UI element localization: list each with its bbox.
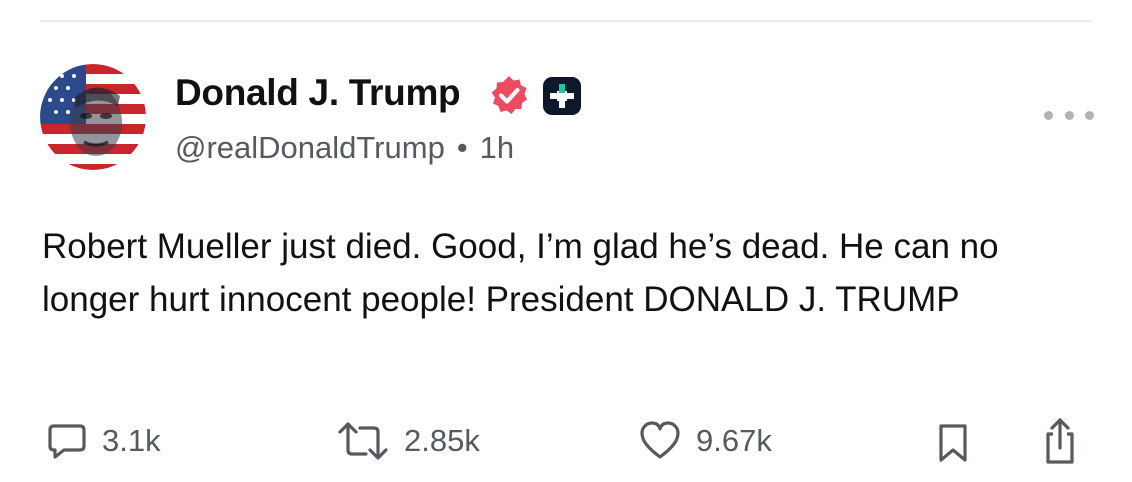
truth-plus-badge-icon [543, 77, 581, 115]
author-meta: @realDonaldTrump • 1h [175, 130, 514, 166]
share-icon[interactable] [1040, 416, 1080, 466]
heart-icon [640, 421, 680, 459]
avatar[interactable] [40, 64, 146, 170]
retruth-count: 2.85k [404, 423, 480, 458]
meta-separator: • [456, 130, 468, 165]
post-timestamp[interactable]: 1h [480, 130, 514, 166]
like-button[interactable]: 9.67k [638, 420, 772, 462]
reply-count: 3.1k [102, 423, 161, 458]
more-options-icon [1064, 110, 1074, 120]
comment-icon [48, 424, 86, 459]
verified-badge-icon [491, 76, 527, 114]
author-display-name[interactable]: Donald J. Trump [175, 72, 461, 114]
post-text: Robert Mueller just died. Good, I’m glad… [42, 227, 999, 319]
author-handle[interactable]: @realDonaldTrump [175, 130, 445, 166]
more-options-icon [1044, 110, 1053, 120]
avatar-image [40, 64, 146, 170]
bookmark-icon[interactable] [936, 422, 970, 464]
more-options-button[interactable] [1044, 100, 1094, 130]
more-options-icon [1085, 110, 1094, 120]
retruth-button[interactable]: 2.85k [336, 420, 480, 462]
reply-button[interactable]: 3.1k [46, 420, 161, 462]
repost-icon [338, 422, 388, 460]
top-divider [40, 20, 1092, 22]
like-count: 9.67k [696, 423, 772, 458]
